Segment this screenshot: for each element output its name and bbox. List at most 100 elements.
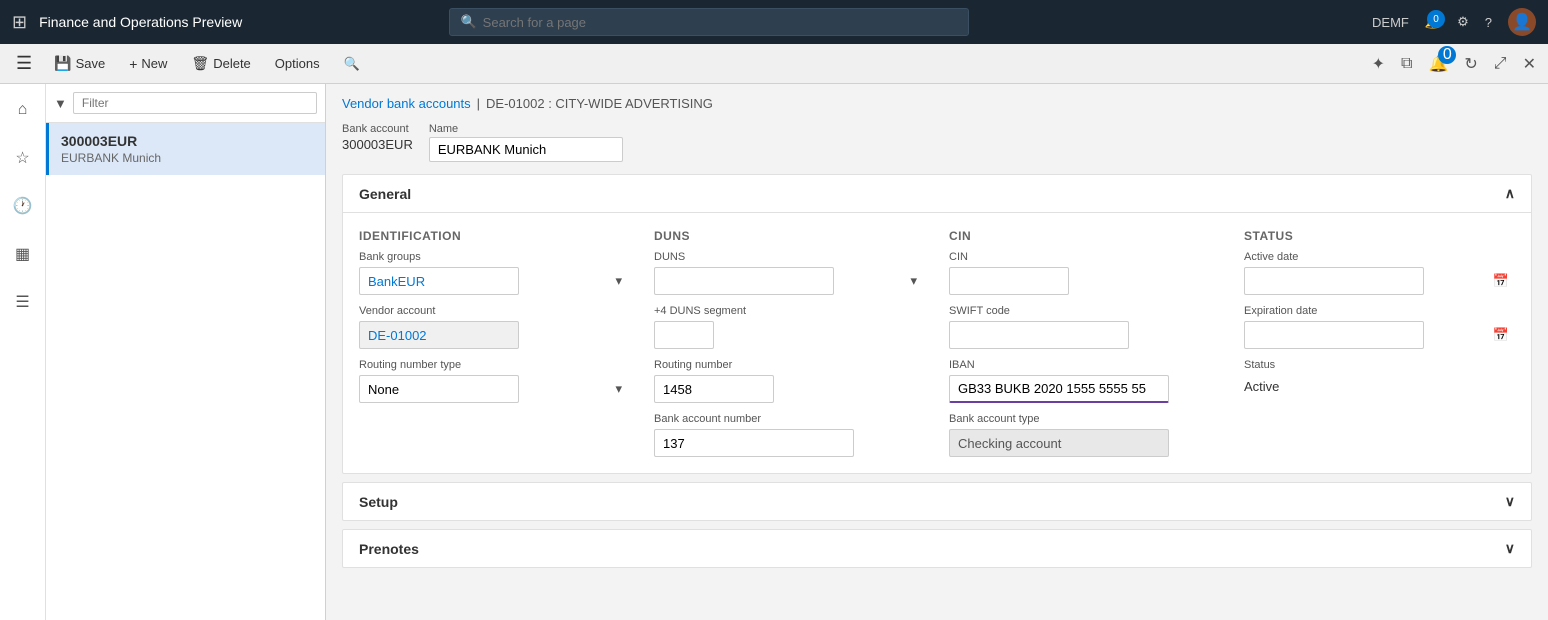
form-header: Bank account 300003EUR Name (342, 123, 1532, 162)
user-label: DEMF (1372, 15, 1409, 30)
filter-input[interactable] (73, 92, 317, 114)
name-field: Name (429, 123, 623, 162)
breadcrumb-separator: | (477, 96, 480, 111)
open-new-icon[interactable]: ⤢ (1490, 51, 1511, 77)
swift-input[interactable] (949, 321, 1129, 349)
routing-type-select[interactable]: None ABA BSB IFSC (359, 375, 519, 403)
delete-button[interactable]: 🗑 Delete (181, 51, 260, 76)
grid-menu-icon[interactable]: ⊞ (12, 12, 27, 33)
plus4-label: +4 DUNS segment (654, 305, 925, 317)
bank-account-type-label: Bank account type (949, 413, 1220, 425)
general-section: General ∧ IDENTIFICATION Bank groups (342, 174, 1532, 474)
list-icon[interactable]: ☰ (5, 284, 41, 320)
new-icon: + (129, 56, 137, 72)
notification-button[interactable]: 🔔 0 (1425, 14, 1441, 30)
duns-select-wrapper (654, 267, 925, 295)
save-button[interactable]: 💾 Save (44, 51, 115, 76)
routing-number-type-label: Routing number type (359, 359, 630, 371)
save-icon: 💾 (54, 55, 71, 72)
bank-account-number-group: Bank account number (654, 413, 925, 457)
routing-number-input[interactable] (654, 375, 774, 403)
identification-col: IDENTIFICATION Bank groups BankEUR Ven (359, 229, 630, 457)
list-item-secondary: EURBANK Munich (61, 151, 313, 165)
search-input[interactable] (483, 15, 959, 30)
expiration-date-calendar-icon[interactable]: 📅 (1493, 327, 1509, 343)
status-col: STATUS Active date 📅 Expiration date (1244, 229, 1515, 457)
list-panel: ▼ 300003EUR EURBANK Munich (46, 84, 326, 620)
bank-account-number-input[interactable] (654, 429, 854, 457)
duns-col: DUNS DUNS +4 DUNS segment (654, 229, 925, 457)
breadcrumb-current: DE-01002 : CITY-WIDE ADVERTISING (486, 96, 713, 111)
duns-title-group: DUNS (654, 229, 925, 251)
avatar[interactable]: 👤 (1508, 8, 1536, 36)
setup-section-header[interactable]: Setup ∨ (343, 483, 1531, 520)
duns-select[interactable] (654, 267, 834, 295)
status-value: Active (1244, 375, 1515, 398)
settings-icon[interactable]: ⚙ (1457, 14, 1469, 30)
bank-groups-group: Bank groups BankEUR (359, 251, 630, 295)
cin-input[interactable] (949, 267, 1069, 295)
active-date-input[interactable] (1244, 267, 1424, 295)
clock-icon[interactable]: 🕐 (5, 188, 41, 224)
sidebar-icons: ⌂ ☆ 🕐 ▦ ☰ (0, 84, 46, 620)
list-item[interactable]: 300003EUR EURBANK Munich (46, 123, 325, 175)
breadcrumb-parent[interactable]: Vendor bank accounts (342, 96, 471, 111)
swift-label: SWIFT code (949, 305, 1220, 317)
setup-section: Setup ∨ (342, 482, 1532, 521)
vendor-account-label: Vendor account (359, 305, 630, 317)
cin-title: CIN (949, 229, 1220, 243)
list-filter-row: ▼ (46, 84, 325, 123)
iban-input[interactable] (949, 375, 1169, 403)
bank-groups-label: Bank groups (359, 251, 630, 263)
general-section-body: IDENTIFICATION Bank groups BankEUR Ven (343, 213, 1531, 473)
iban-group: IBAN (949, 359, 1220, 403)
close-icon[interactable]: ✕ (1519, 50, 1540, 78)
identification-title: IDENTIFICATION (359, 229, 630, 243)
breadcrumb: Vendor bank accounts | DE-01002 : CITY-W… (342, 96, 1532, 111)
bank-account-type-group: Bank account type (949, 413, 1220, 457)
list-items: 300003EUR EURBANK Munich (46, 123, 325, 620)
setup-section-title: Setup (359, 494, 398, 510)
cin-col: CIN CIN SWIFT code IBAN (949, 229, 1220, 457)
toolbar: ☰ 💾 Save + New 🗑 Delete Options 🔍 ✦ ⧉ 🔔 … (0, 44, 1548, 84)
duns-title: DUNS (654, 229, 925, 243)
split-view-icon[interactable]: ⧉ (1397, 51, 1416, 77)
bank-account-label: Bank account (342, 123, 413, 135)
hamburger-icon[interactable]: ☰ (8, 49, 40, 78)
personalize-icon[interactable]: ✦ (1368, 50, 1389, 78)
toolbar-notification[interactable]: 🔔 0 (1424, 50, 1452, 78)
expiration-date-input[interactable] (1244, 321, 1424, 349)
new-button[interactable]: + New (119, 52, 177, 76)
notification-badge: 0 (1427, 10, 1445, 28)
prenotes-section-header[interactable]: Prenotes ∨ (343, 530, 1531, 567)
calendar-icon[interactable]: ▦ (5, 236, 41, 272)
cin-field-group: CIN (949, 251, 1220, 295)
identification-title-group: IDENTIFICATION (359, 229, 630, 251)
home-icon[interactable]: ⌂ (5, 92, 41, 128)
vendor-account-group: Vendor account (359, 305, 630, 349)
active-date-group: Active date 📅 (1244, 251, 1515, 295)
toolbar-right: ✦ ⧉ 🔔 0 ↻ ⤢ ✕ (1368, 50, 1540, 78)
global-search[interactable]: 🔍 (449, 8, 969, 36)
active-date-calendar-icon[interactable]: 📅 (1493, 273, 1509, 289)
cin-label: CIN (949, 251, 1220, 263)
toolbar-notif-badge: 0 (1438, 46, 1456, 64)
search-button[interactable]: 🔍 (334, 52, 370, 76)
name-input[interactable] (429, 137, 623, 162)
bank-groups-select[interactable]: BankEUR (359, 267, 519, 295)
plus4-input[interactable] (654, 321, 714, 349)
general-section-header[interactable]: General ∧ (343, 175, 1531, 213)
status-title: STATUS (1244, 229, 1515, 243)
refresh-icon[interactable]: ↻ (1460, 50, 1481, 78)
search-icon: 🔍 (460, 14, 476, 30)
help-icon[interactable]: ? (1485, 15, 1492, 30)
search-toolbar-icon: 🔍 (344, 56, 360, 72)
star-icon[interactable]: ☆ (5, 140, 41, 176)
filter-icon[interactable]: ▼ (54, 96, 67, 111)
prenotes-section: Prenotes ∨ (342, 529, 1532, 568)
general-collapse-icon: ∧ (1505, 185, 1515, 202)
vendor-account-input (359, 321, 519, 349)
expiration-date-label: Expiration date (1244, 305, 1515, 317)
status-label: Status (1244, 359, 1515, 371)
options-button[interactable]: Options (265, 52, 330, 75)
